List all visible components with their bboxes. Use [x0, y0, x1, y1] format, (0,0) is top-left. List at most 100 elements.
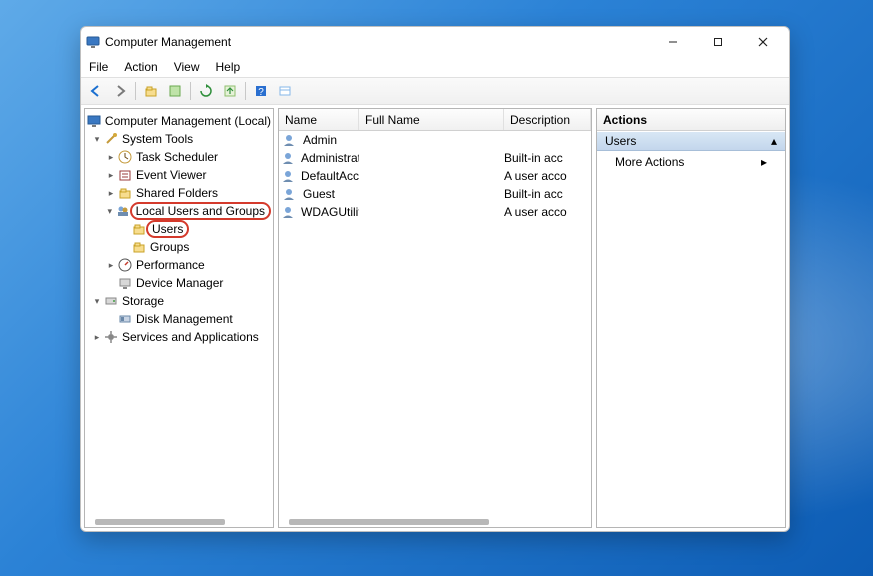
horizontal-scrollbar[interactable] — [95, 519, 225, 525]
list-row[interactable]: Administrator Built-in acc — [279, 149, 591, 167]
chevron-right-icon: ▸ — [761, 155, 767, 169]
list-body: Admin Administrator Built-in acc DefaultAcc… — [279, 131, 591, 527]
chevron-right-icon[interactable]: ▸ — [105, 151, 117, 163]
column-name[interactable]: Name — [279, 109, 359, 130]
svg-text:?: ? — [258, 87, 264, 98]
services-icon — [103, 329, 119, 345]
menu-file[interactable]: File — [89, 60, 108, 74]
app-icon — [85, 34, 101, 50]
tree-local-users-groups[interactable]: ▾ Local Users and Groups — [87, 202, 271, 220]
tree-system-tools[interactable]: ▾ System Tools — [87, 130, 271, 148]
row-description: A user acco — [504, 205, 591, 219]
user-icon — [281, 132, 297, 148]
close-button[interactable] — [740, 28, 785, 56]
tree-root-label: Computer Management (Local) — [105, 114, 271, 128]
tree-users[interactable]: Users — [87, 220, 271, 238]
tree-groups[interactable]: Groups — [87, 238, 271, 256]
computer-management-window: Computer Management File Action View Hel… — [80, 26, 790, 532]
tree-label: Event Viewer — [136, 168, 206, 182]
row-name: WDAGUtility... — [301, 205, 359, 219]
device-icon — [117, 275, 133, 291]
collapse-icon: ▴ — [771, 134, 777, 148]
more-actions-label: More Actions — [615, 155, 684, 169]
user-icon — [281, 204, 295, 220]
chevron-down-icon[interactable]: ▾ — [91, 133, 103, 145]
export-button[interactable] — [219, 80, 241, 102]
back-button[interactable] — [85, 80, 107, 102]
tree-label-highlighted: Users — [146, 220, 189, 238]
tree-label: Task Scheduler — [136, 150, 218, 164]
horizontal-scrollbar[interactable] — [289, 519, 489, 525]
row-name: DefaultAcco... — [301, 169, 359, 183]
tree-root[interactable]: Computer Management (Local) — [87, 112, 271, 130]
list-pane: Name Full Name Description Admin Administ… — [278, 108, 592, 528]
list-row[interactable]: Admin — [279, 131, 591, 149]
tree-shared-folders[interactable]: ▸ Shared Folders — [87, 184, 271, 202]
chevron-down-icon[interactable]: ▾ — [104, 205, 115, 217]
row-name: Guest — [303, 187, 335, 201]
list-header: Name Full Name Description — [279, 109, 591, 131]
user-icon — [281, 186, 297, 202]
chevron-down-icon[interactable]: ▾ — [91, 295, 103, 307]
up-button[interactable] — [140, 80, 162, 102]
help-button[interactable]: ? — [250, 80, 272, 102]
titlebar[interactable]: Computer Management — [81, 27, 789, 57]
maximize-button[interactable] — [695, 28, 740, 56]
menu-view[interactable]: View — [174, 60, 200, 74]
computer-icon — [87, 113, 102, 129]
window-title: Computer Management — [105, 35, 231, 49]
row-description: Built-in acc — [504, 151, 591, 165]
refresh-button[interactable] — [195, 80, 217, 102]
tree-label: Storage — [122, 294, 164, 308]
menubar: File Action View Help — [81, 57, 789, 77]
actions-section-label: Users — [605, 134, 636, 148]
toolbar: ? — [81, 77, 789, 105]
folder-icon — [131, 221, 147, 237]
list-row[interactable]: DefaultAcco... A user acco — [279, 167, 591, 185]
chevron-right-icon[interactable]: ▸ — [91, 331, 103, 343]
tree-pane: Computer Management (Local) ▾ System Too… — [84, 108, 274, 528]
more-actions[interactable]: More Actions ▸ — [597, 151, 785, 173]
folder-icon — [131, 239, 147, 255]
list-row[interactable]: WDAGUtility... A user acco — [279, 203, 591, 221]
disk-icon — [117, 311, 133, 327]
tree-label: Device Manager — [136, 276, 223, 290]
chevron-right-icon[interactable]: ▸ — [105, 169, 117, 181]
actions-section[interactable]: Users ▴ — [597, 131, 785, 151]
menu-help[interactable]: Help — [216, 60, 241, 74]
column-description[interactable]: Description — [504, 109, 591, 130]
row-name: Administrator — [301, 151, 359, 165]
menu-action[interactable]: Action — [124, 60, 157, 74]
users-groups-icon — [115, 203, 130, 219]
shared-folder-icon — [117, 185, 133, 201]
tree-label: System Tools — [122, 132, 193, 146]
event-icon — [117, 167, 133, 183]
content-area: Computer Management (Local) ▾ System Too… — [81, 105, 789, 531]
tree-label: Performance — [136, 258, 205, 272]
column-full-name[interactable]: Full Name — [359, 109, 504, 130]
tree-label-highlighted: Local Users and Groups — [130, 202, 271, 220]
tools-icon — [103, 131, 119, 147]
tree-label: Disk Management — [136, 312, 233, 326]
row-description: Built-in acc — [504, 187, 591, 201]
tree-device-manager[interactable]: Device Manager — [87, 274, 271, 292]
chevron-right-icon[interactable]: ▸ — [105, 259, 117, 271]
row-name: Admin — [303, 133, 337, 147]
forward-button[interactable] — [109, 80, 131, 102]
tree-services-apps[interactable]: ▸ Services and Applications — [87, 328, 271, 346]
actions-header: Actions — [597, 109, 785, 131]
performance-icon — [117, 257, 133, 273]
tree-performance[interactable]: ▸ Performance — [87, 256, 271, 274]
list-row[interactable]: Guest Built-in acc — [279, 185, 591, 203]
clock-icon — [117, 149, 133, 165]
tree-event-viewer[interactable]: ▸ Event Viewer — [87, 166, 271, 184]
row-description: A user acco — [504, 169, 591, 183]
view-button[interactable] — [274, 80, 296, 102]
tree-task-scheduler[interactable]: ▸ Task Scheduler — [87, 148, 271, 166]
tree-disk-management[interactable]: Disk Management — [87, 310, 271, 328]
chevron-right-icon[interactable]: ▸ — [105, 187, 117, 199]
tree-label: Shared Folders — [136, 186, 218, 200]
minimize-button[interactable] — [650, 28, 695, 56]
tree-storage[interactable]: ▾ Storage — [87, 292, 271, 310]
properties-button[interactable] — [164, 80, 186, 102]
